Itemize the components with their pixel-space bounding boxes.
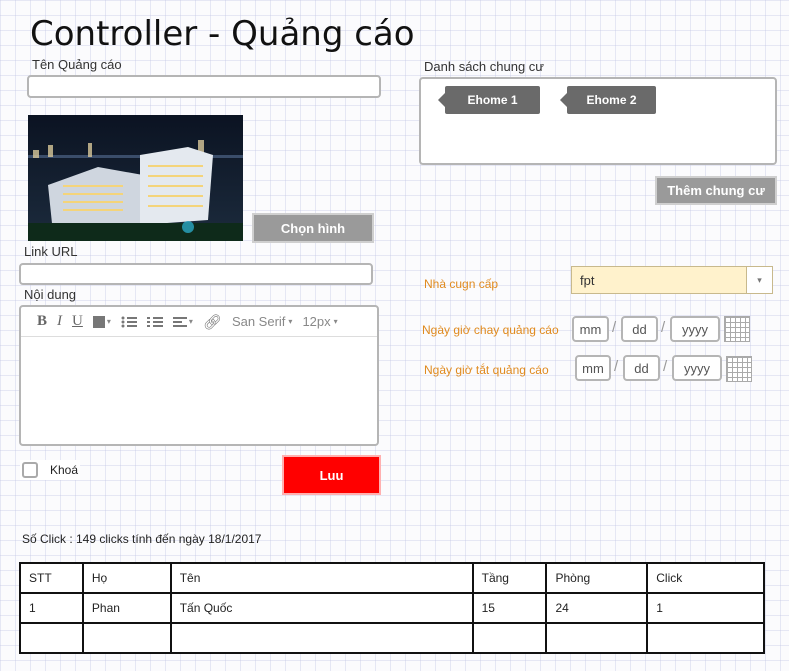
- ad-name-input[interactable]: [27, 75, 381, 98]
- font-size-select[interactable]: 12px ▾: [302, 314, 337, 329]
- lock-label: Khoá: [50, 463, 79, 477]
- table-cell: [19, 622, 84, 654]
- table-header-cell: Click: [646, 562, 765, 594]
- table-cell: Tấn Quốc: [169, 592, 474, 624]
- table-cell: 15: [471, 592, 548, 624]
- save-button[interactable]: Luu: [282, 455, 381, 495]
- end-year-input[interactable]: yyyy: [672, 355, 722, 381]
- text-color-icon[interactable]: ▾: [92, 315, 111, 328]
- table-row[interactable]: 1 Phan Tấn Quốc 15 24 1: [19, 592, 765, 624]
- table-cell: 1: [19, 592, 84, 624]
- table-cell: 24: [545, 592, 649, 624]
- start-date-label: Ngày giờ chay quảng cáo: [422, 323, 559, 337]
- table-cell: Phan: [81, 592, 172, 624]
- table-header-row: STT Họ Tên Tầng Phòng Click: [19, 562, 765, 594]
- calendar-icon[interactable]: [726, 356, 752, 382]
- table-header-cell: Tên: [169, 562, 474, 594]
- apartment-tag-ehome-2[interactable]: Ehome 2: [560, 86, 656, 114]
- table-cell: [169, 622, 474, 654]
- table-header-cell: Phòng: [545, 562, 649, 594]
- lock-checkbox[interactable]: Khoá: [20, 460, 81, 480]
- editor-toolbar: B I U ▾ ▾ 🔗︎ San Serif ▾ 12px ▾: [21, 307, 377, 337]
- end-day-input[interactable]: dd: [623, 355, 660, 381]
- link-url-input[interactable]: [19, 263, 373, 285]
- bullet-list-icon[interactable]: [121, 316, 137, 328]
- table-cell: [646, 622, 765, 654]
- add-apartment-button[interactable]: Thêm chung cư: [655, 176, 777, 205]
- table-cell: [471, 622, 548, 654]
- click-stats: Số Click : 149 clicks tính đến ngày 18/1…: [22, 532, 262, 546]
- underline-button[interactable]: U: [72, 313, 83, 330]
- table-header-cell: Họ: [81, 562, 172, 594]
- ad-image: [28, 115, 243, 241]
- numbered-list-icon[interactable]: [146, 316, 163, 328]
- apartment-tag-ehome-1[interactable]: Ehome 1: [438, 86, 540, 114]
- start-year-input[interactable]: yyyy: [670, 316, 720, 342]
- link-url-label: Link URL: [24, 244, 78, 259]
- table-row[interactable]: [19, 622, 765, 654]
- choose-image-button[interactable]: Chọn hình: [252, 213, 374, 243]
- apartment-list-label: Danh sách chung cư: [424, 59, 544, 74]
- content-label: Nội dung: [24, 287, 77, 302]
- bold-button[interactable]: B: [37, 313, 47, 330]
- table-cell: [545, 622, 649, 654]
- ad-name-label: Tên Quảng cáo: [32, 57, 122, 72]
- end-date-label: Ngày giờ tắt quảng cáo: [424, 363, 549, 377]
- table-header-cell: Tầng: [471, 562, 548, 594]
- font-family-select[interactable]: San Serif ▾: [232, 314, 293, 329]
- rich-text-editor[interactable]: B I U ▾ ▾ 🔗︎ San Serif ▾ 12px ▾: [19, 305, 379, 446]
- date-separator: /: [612, 319, 617, 336]
- provider-value: fpt: [580, 272, 595, 288]
- provider-label: Nhà cugn cấp: [424, 277, 499, 291]
- date-separator: /: [661, 319, 666, 336]
- lock-checkbox-box[interactable]: [22, 462, 38, 478]
- provider-select[interactable]: fpt ▾: [571, 266, 773, 294]
- end-month-input[interactable]: mm: [575, 355, 611, 381]
- clicks-table: STT Họ Tên Tầng Phòng Click 1 Phan Tấn Q…: [19, 562, 765, 654]
- chevron-down-icon[interactable]: ▾: [746, 267, 772, 293]
- align-icon[interactable]: ▾: [172, 316, 193, 328]
- start-month-input[interactable]: mm: [572, 316, 609, 342]
- date-separator: /: [663, 358, 668, 375]
- table-header-cell: STT: [19, 562, 84, 594]
- page-title: Controller - Quảng cáo: [30, 14, 415, 54]
- date-separator: /: [614, 358, 619, 375]
- italic-button[interactable]: I: [57, 313, 62, 330]
- calendar-icon[interactable]: [724, 316, 750, 342]
- table-cell: [81, 622, 172, 654]
- start-day-input[interactable]: dd: [621, 316, 658, 342]
- link-icon[interactable]: 🔗︎: [203, 313, 222, 331]
- table-cell: 1: [646, 592, 765, 624]
